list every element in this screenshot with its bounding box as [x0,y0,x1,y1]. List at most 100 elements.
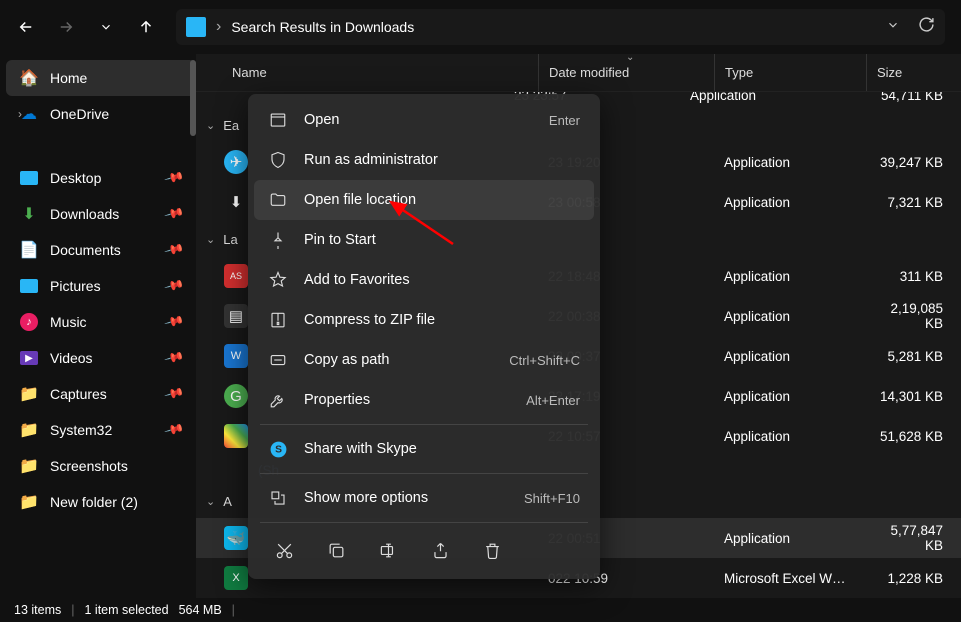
chevron-down-icon: ⌄ [206,119,215,132]
column-name[interactable]: Name [232,65,538,80]
ctx-run-admin[interactable]: Run as administrator [254,140,594,180]
sidebar-item-label: Desktop [50,170,101,186]
sidebar-item-label: Music [50,314,87,330]
back-button[interactable] [8,9,44,45]
app-icon [224,424,248,448]
shield-icon [268,150,288,170]
star-icon [268,270,288,290]
sidebar: 🏠 Home › ☁ OneDrive Desktop📌 ⬇Downloads📌… [0,54,196,598]
sidebar-item-label: Screenshots [50,458,128,474]
separator [260,473,588,474]
open-icon [268,110,288,130]
sidebar-item-newfolder[interactable]: 📁 New folder (2) [6,484,196,520]
ctx-open-location[interactable]: Open file location [254,180,594,220]
recent-button[interactable] [88,9,124,45]
svg-text:S: S [275,444,282,455]
pin-icon: 📌 [163,383,185,405]
sidebar-item-music[interactable]: ♪Music📌 [6,304,196,340]
wrench-icon [268,390,288,410]
column-type[interactable]: Type [714,54,866,91]
sidebar-item-label: OneDrive [50,106,109,122]
column-headers[interactable]: ⌄ Name Date modified Type Size [196,54,961,92]
ctx-open[interactable]: OpenEnter [254,100,594,140]
sidebar-item-label: Captures [50,386,107,402]
excel-icon: X [224,566,248,590]
ctx-more-options[interactable]: Show more optionsShift+F10 [254,478,594,518]
app-icon: AS [224,264,248,288]
refresh-button[interactable] [918,16,935,38]
pin-icon: 📌 [163,275,185,297]
cut-button[interactable] [272,538,296,562]
music-icon: ♪ [20,313,38,331]
path-icon [268,350,288,370]
separator [260,522,588,523]
sidebar-item-desktop[interactable]: Desktop 📌 [6,160,196,196]
ctx-pin-start[interactable]: Pin to Start [254,220,594,260]
status-selected: 1 item selected [85,603,169,617]
pin-icon: 📌 [163,239,185,261]
ctx-favorites[interactable]: Add to Favorites [254,260,594,300]
sidebar-item-downloads[interactable]: ⬇Downloads📌 [6,196,196,232]
sidebar-item-home[interactable]: 🏠 Home [6,60,196,96]
chevron-right-icon: › [216,18,221,36]
ctx-zip[interactable]: Compress to ZIP file [254,300,594,340]
sidebar-item-onedrive[interactable]: › ☁ OneDrive [6,96,196,132]
sidebar-item-videos[interactable]: ▶ Videos 📌 [6,340,196,376]
separator: | [232,603,235,617]
address-text: Search Results in Downloads [231,19,414,35]
zip-icon [268,310,288,330]
app-icon: 🐳 [224,526,248,550]
chevron-down-icon: ⌄ [206,495,215,508]
picture-icon [20,279,38,293]
shortcut-icon [224,458,248,482]
pin-icon: 📌 [163,347,185,369]
sidebar-item-pictures[interactable]: Pictures 📌 [6,268,196,304]
address-bar[interactable]: › Search Results in Downloads [176,9,945,45]
folder-icon: 📁 [20,385,38,403]
status-size: 564 MB [179,603,222,617]
sidebar-item-label: Downloads [50,206,119,222]
ctx-copy-path[interactable]: Copy as pathCtrl+Shift+C [254,340,594,380]
ctx-properties[interactable]: PropertiesAlt+Enter [254,380,594,420]
sidebar-item-label: Pictures [50,278,101,294]
chevron-down-icon: ⌄ [206,233,215,246]
forward-button[interactable] [48,9,84,45]
sidebar-item-captures[interactable]: 📁 Captures 📌 [6,376,196,412]
document-icon: 📄 [20,241,38,259]
sidebar-item-label: Videos [50,350,93,366]
sidebar-item-documents[interactable]: 📄 Documents 📌 [6,232,196,268]
sort-indicator-icon: ⌄ [626,54,634,63]
sidebar-item-label: Documents [50,242,121,258]
app-icon: W [224,344,248,368]
chevron-right-icon: › [18,107,22,121]
context-menu-bottom [254,527,594,573]
copy-button[interactable] [324,538,348,562]
app-icon: ✈ [224,150,248,174]
pin-icon: 📌 [163,203,185,225]
chevron-down-icon[interactable] [886,18,900,37]
app-icon: ▤ [224,304,248,328]
status-count: 13 items [14,603,61,617]
video-icon: ▶ [20,351,38,365]
pin-icon: 📌 [163,167,185,189]
app-icon: G [224,384,248,408]
home-icon: 🏠 [20,69,38,87]
folder-icon [186,17,206,37]
separator: | [71,603,74,617]
sidebar-item-label: New folder (2) [50,494,138,510]
context-menu: OpenEnter Run as administrator Open file… [248,94,600,579]
folder-icon [268,190,288,210]
rename-button[interactable] [376,538,400,562]
pin-icon: 📌 [163,419,185,441]
ctx-skype[interactable]: SShare with Skype [254,429,594,469]
app-icon: ⬇ [224,190,248,214]
toolbar: › Search Results in Downloads [0,0,961,54]
folder-icon: 📁 [20,493,38,511]
up-button[interactable] [128,9,164,45]
sidebar-item-screenshots[interactable]: 📁Screenshots [6,448,196,484]
column-size[interactable]: Size [866,54,961,91]
sidebar-item-system32[interactable]: 📁System32📌 [6,412,196,448]
share-button[interactable] [428,538,452,562]
folder-icon: 📁 [20,421,38,439]
delete-button[interactable] [480,538,504,562]
